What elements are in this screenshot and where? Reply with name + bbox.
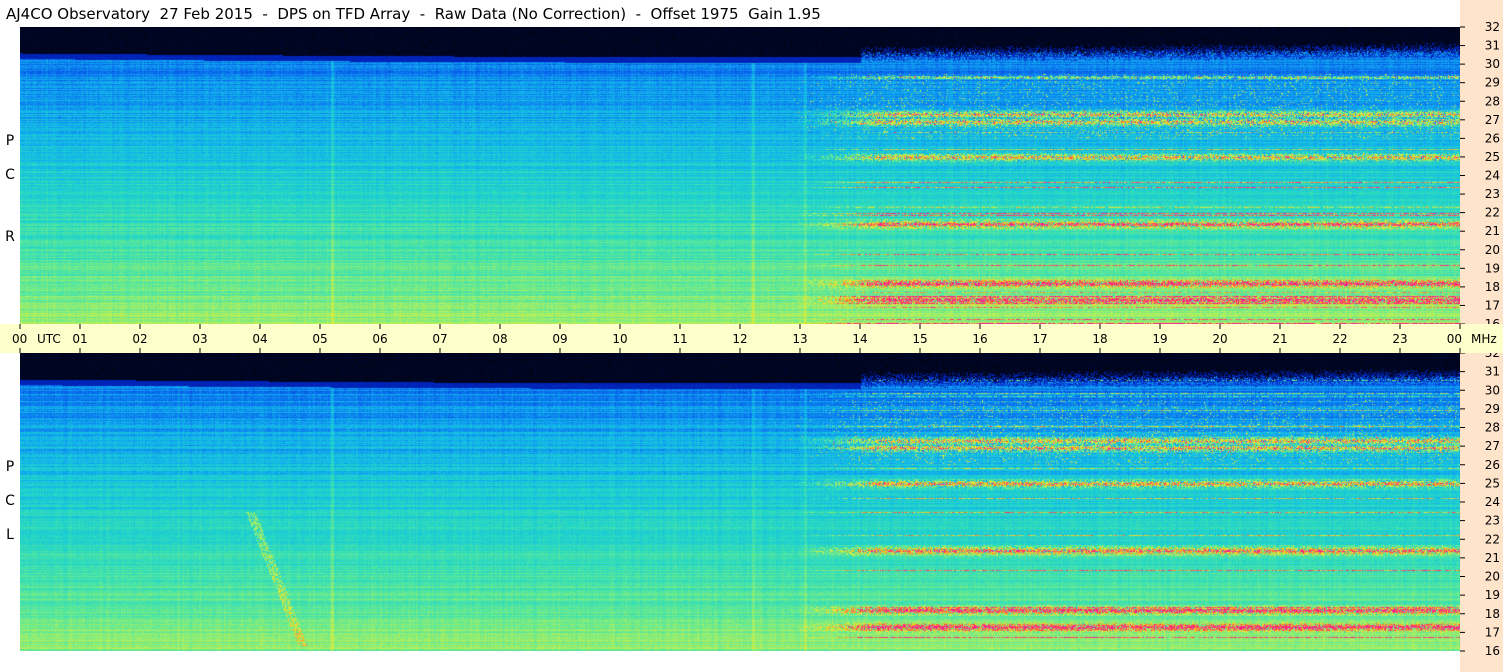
lcp-freq-tick-label: 32 — [1485, 353, 1500, 360]
utc-axis: 00 01 02 03 04 05 06 07 08 09 10 11 12 13 14 15 16 17 18 19… — [0, 324, 1503, 353]
rcp-letter-r: R — [5, 229, 15, 245]
rcp-frequency-axis: 16 17 18 19 20 21 22 23 24 25 26 27 28 29 30 31 32 — [1460, 0, 1503, 324]
lcp-letter-l: L — [6, 527, 14, 543]
utc-tick-label: 14 — [852, 332, 867, 346]
rcp-freq-tick-label: 31 — [1485, 39, 1500, 53]
lcp-letter-c: C — [5, 493, 15, 509]
utc-tick-label: 00 — [12, 332, 27, 346]
lcp-freq-tick-label: 17 — [1485, 625, 1500, 639]
rcp-freq-tick-label: 29 — [1485, 76, 1500, 90]
rcp-spectrogram — [20, 27, 1460, 324]
lcp-frequency-axis: 16 17 18 19 20 21 22 23 24 25 26 27 28 29 30 31 32 — [1460, 353, 1503, 672]
utc-tick-label: 22 — [1332, 332, 1347, 346]
rcp-letter-p: P — [5, 133, 15, 149]
lcp-freq-tick-label: 19 — [1485, 588, 1500, 602]
rcp-polarization-label: R C P — [0, 27, 20, 324]
utc-tick-label: 04 — [252, 332, 267, 346]
utc-tick-label: 13 — [792, 332, 807, 346]
lcp-freq-tick-label: 29 — [1485, 402, 1500, 416]
rcp-freq-tick-label: 20 — [1485, 243, 1500, 257]
lcp-freq-tick-label: 16 — [1485, 644, 1500, 658]
rcp-freq-tick-label: 32 — [1485, 20, 1500, 34]
rcp-freq-tick-label: 24 — [1485, 169, 1500, 183]
lcp-freq-tick-label: 27 — [1485, 439, 1500, 453]
lcp-freq-tick-label: 21 — [1485, 551, 1500, 565]
lcp-frequency-ticks: 16 17 18 19 20 21 22 23 24 25 26 27 28 29 30 31 32 — [1460, 353, 1500, 658]
utc-tick-label: 09 — [552, 332, 567, 346]
mhz-unit-label: MHz — [1471, 332, 1497, 346]
utc-tick-label: 00 — [1447, 332, 1462, 346]
rcp-freq-tick-label: 27 — [1485, 113, 1500, 127]
utc-tick-label: 10 — [612, 332, 627, 346]
rcp-freq-tick-label: 28 — [1485, 94, 1500, 108]
utc-tick-label: 23 — [1392, 332, 1407, 346]
rcp-freq-tick-label: 18 — [1485, 280, 1500, 294]
utc-tick-label: 05 — [312, 332, 327, 346]
rcp-freq-tick-label: 22 — [1485, 206, 1500, 220]
rcp-freq-tick-label: 16 — [1485, 317, 1500, 324]
utc-tick-label: 17 — [1032, 332, 1047, 346]
lcp-spectrogram — [20, 353, 1460, 651]
utc-unit-label: UTC — [37, 332, 61, 346]
rcp-freq-tick-label: 21 — [1485, 224, 1500, 238]
chart-title: AJ4CO Observatory 27 Feb 2015 - DPS on T… — [6, 5, 821, 23]
rcp-letter-c: C — [5, 167, 15, 183]
rcp-spectrogram-canvas — [20, 27, 1460, 324]
lcp-letter-p: P — [5, 459, 15, 475]
utc-tick-label: 01 — [72, 332, 87, 346]
utc-tick-label: 16 — [972, 332, 987, 346]
rcp-freq-tick-label: 19 — [1485, 261, 1500, 275]
lcp-freq-tick-label: 31 — [1485, 365, 1500, 379]
utc-tick-label: 15 — [912, 332, 927, 346]
utc-tick-label: 11 — [672, 332, 687, 346]
lcp-freq-tick-label: 22 — [1485, 532, 1500, 546]
utc-tick-label: 07 — [432, 332, 447, 346]
lcp-polarization-label: L C P — [0, 353, 20, 651]
utc-tick-label: 19 — [1152, 332, 1167, 346]
lcp-freq-tick-label: 24 — [1485, 495, 1500, 509]
rcp-freq-tick-label: 25 — [1485, 150, 1500, 164]
lcp-freq-tick-label: 26 — [1485, 458, 1500, 472]
utc-axis-ticks: 00 01 02 03 04 05 06 07 08 09 10 11 12 13 14 15 16 17 18 19… — [12, 324, 1497, 353]
lcp-spectrogram-canvas — [20, 353, 1460, 651]
rcp-freq-tick-label: 26 — [1485, 131, 1500, 145]
utc-tick-label: 08 — [492, 332, 507, 346]
lcp-freq-tick-label: 20 — [1485, 570, 1500, 584]
utc-tick-label: 02 — [132, 332, 147, 346]
lcp-freq-tick-label: 18 — [1485, 607, 1500, 621]
utc-tick-label: 21 — [1272, 332, 1287, 346]
lcp-freq-tick-label: 23 — [1485, 514, 1500, 528]
lcp-freq-tick-label: 30 — [1485, 383, 1500, 397]
rcp-freq-tick-label: 30 — [1485, 57, 1500, 71]
utc-tick-label: 20 — [1212, 332, 1227, 346]
rcp-freq-tick-label: 23 — [1485, 187, 1500, 201]
utc-tick-label: 03 — [192, 332, 207, 346]
lcp-freq-tick-label: 28 — [1485, 421, 1500, 435]
utc-tick-label: 06 — [372, 332, 387, 346]
utc-tick-label: 18 — [1092, 332, 1107, 346]
utc-tick-label: 12 — [732, 332, 747, 346]
lcp-freq-tick-label: 25 — [1485, 476, 1500, 490]
rcp-frequency-ticks: 16 17 18 19 20 21 22 23 24 25 26 27 28 29 30 31 32 — [1460, 20, 1500, 324]
rcp-freq-tick-label: 17 — [1485, 298, 1500, 312]
